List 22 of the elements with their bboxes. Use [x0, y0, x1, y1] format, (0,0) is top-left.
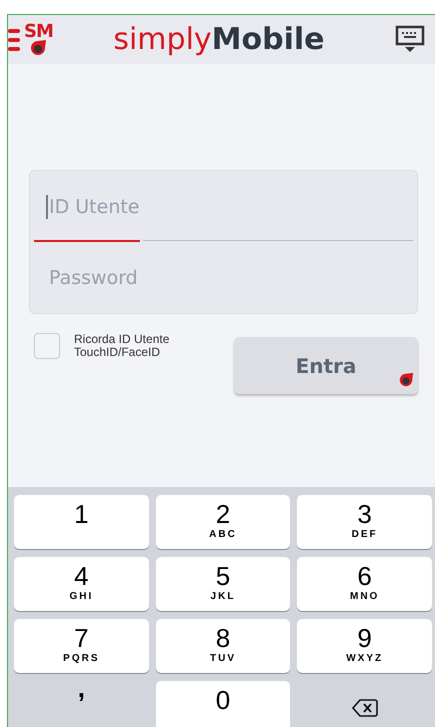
- keypad-key[interactable]: 1: [14, 495, 149, 549]
- keypad-key[interactable]: 5 JKL: [156, 557, 290, 611]
- keypad-key[interactable]: 8 TUV: [156, 619, 290, 673]
- drop-icon: [398, 372, 414, 388]
- logo: SM: [24, 22, 53, 56]
- remember-label: Ricorda ID Utente TouchID/FaceID: [74, 333, 170, 358]
- input-field[interactable]: Password: [46, 266, 349, 290]
- checkbox[interactable]: [34, 333, 60, 359]
- input-field[interactable]: ID Utente: [46, 194, 349, 218]
- keypad-key[interactable]: 6 MNO: [297, 557, 432, 611]
- keyboard-icon[interactable]: [394, 24, 425, 54]
- menu-icon[interactable]: [8, 26, 20, 52]
- keypad-key[interactable]: 0: [156, 681, 290, 727]
- keypad-key[interactable]: 2 ABC: [156, 495, 290, 549]
- backspace-icon[interactable]: [352, 698, 378, 718]
- keypad-key[interactable]: 7 PQRS: [14, 619, 149, 673]
- keypad-key[interactable]: 9 WXYZ: [297, 619, 432, 673]
- brand-name: simplyMobile: [113, 24, 325, 54]
- keypad-key[interactable]: 3 DEF: [297, 495, 432, 549]
- login-button[interactable]: Entra: [234, 337, 418, 394]
- keypad-key[interactable]: 4 GHI: [14, 557, 149, 611]
- keypad-key[interactable]: ,: [14, 681, 149, 727]
